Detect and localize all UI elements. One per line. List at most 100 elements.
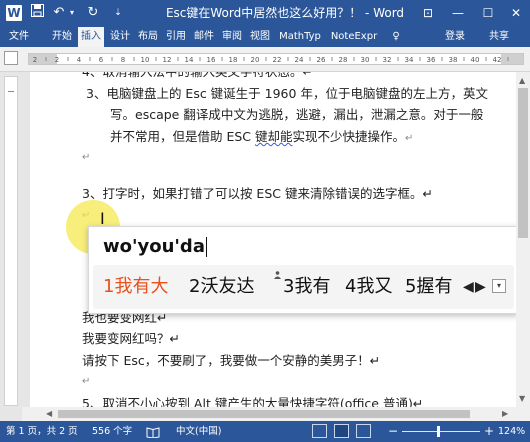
doc-line-10[interactable]: 请按下 Esc，不要刷了，我要做一个安静的美男子！↵: [82, 353, 380, 369]
spelling-squiggle: 键却能: [255, 129, 293, 144]
vertical-scroll-thumb[interactable]: [518, 88, 528, 238]
print-layout-icon[interactable]: [334, 424, 349, 438]
horizontal-scrollbar[interactable]: ◀ ▶: [22, 407, 530, 421]
ruler-number: 26: [317, 56, 326, 64]
doc-line-9[interactable]: 我要变网红吗？↵: [82, 331, 180, 347]
ime-candidate-1[interactable]: 1我有大: [103, 274, 168, 300]
ruler-number: 8: [121, 56, 125, 64]
tab-file[interactable]: 文件: [4, 27, 34, 47]
doc-line-12[interactable]: 5、取消不小心按到 Alt 键产生的大量快捷字符(office 普通)↵: [82, 396, 423, 407]
ime-candidate-5[interactable]: 5握有: [405, 274, 452, 300]
web-layout-icon[interactable]: [356, 424, 371, 438]
vertical-ruler[interactable]: [4, 76, 18, 406]
sign-in-button[interactable]: 登录: [440, 27, 470, 47]
ime-composition-text: wo'you'da: [103, 235, 207, 259]
ruler-number: 36: [427, 56, 436, 64]
ruler-number: 12: [163, 56, 172, 64]
ime-candidate-2[interactable]: 2沃友达: [189, 274, 254, 300]
ruler-number: 42: [493, 56, 502, 64]
scroll-right-icon[interactable]: ▶: [502, 409, 508, 418]
tab-design[interactable]: 设计: [108, 27, 132, 47]
doc-line-11[interactable]: ↵: [82, 374, 90, 390]
ruler-number: 18: [229, 56, 238, 64]
doc-line-1[interactable]: 4、取消输入法中的输入英文字符状态。↵: [82, 72, 313, 80]
minimize-button[interactable]: —: [444, 0, 472, 27]
undo-icon[interactable]: ↶: [52, 4, 66, 22]
tab-mailings[interactable]: 邮件: [192, 27, 216, 47]
maximize-button[interactable]: ☐: [474, 0, 502, 27]
ruler-row: 2 2 4 6 8 10 12 14 16 18 20 22 24 26 28 30 32 34 36 38 40 42: [0, 47, 530, 72]
doc-line-4[interactable]: 并不常用，但是借助 ESC 键却能实现不少快捷操作。↵: [110, 129, 413, 147]
doc-line-6[interactable]: 3、打字时，如果打错了可以按 ESC 键来清除错误的选字框。↵: [82, 186, 433, 202]
scroll-up-icon[interactable]: ▲: [519, 76, 525, 85]
ruler-number: 40: [471, 56, 480, 64]
ibeam-cursor-icon: I: [100, 209, 105, 228]
scroll-left-icon[interactable]: ◀: [46, 409, 52, 418]
customize-toolbar-icon[interactable]: ⇣: [112, 4, 124, 22]
tell-me-icon[interactable]: ♀: [386, 27, 406, 47]
ruler-number: 32: [383, 56, 392, 64]
proofing-icon-svg: [146, 427, 160, 439]
doc-line-3[interactable]: 写。escape 翻译成中文为逃脱，逃避，漏出，泄漏之意。对于一般: [110, 107, 483, 123]
word-count[interactable]: 556 个字: [92, 421, 132, 442]
tab-selector-icon[interactable]: [4, 51, 18, 65]
ruler-number: 24: [295, 56, 304, 64]
ruler-number: 4: [77, 56, 82, 64]
ruler-number: 30: [361, 56, 370, 64]
save-icon-svg: [30, 4, 44, 17]
zoom-out-button[interactable]: −: [388, 421, 398, 442]
ruler-number: 28: [339, 56, 348, 64]
ime-candidate-list: 1我有大 2沃友达 3我有 4我又 5握有 ◀ ▶ ▾: [93, 265, 514, 309]
doc-line-5[interactable]: ↵: [82, 150, 90, 166]
user-dictionary-icon-svg: [274, 271, 281, 279]
ruler-number: 34: [405, 56, 414, 64]
ruler-number: 10: [141, 56, 150, 64]
ribbon-display-options-button[interactable]: ⊡: [414, 0, 442, 27]
zoom-slider[interactable]: [402, 431, 480, 432]
zoom-in-button[interactable]: +: [484, 421, 494, 442]
ribbon-tab-bar: 文件 开始 插入 设计 布局 引用 邮件 审阅 视图 MathTyp NoteE…: [0, 27, 530, 47]
tab-references[interactable]: 引用: [164, 27, 188, 47]
ime-expand-icon[interactable]: ▾: [492, 279, 506, 293]
zoom-level[interactable]: 124%: [498, 421, 525, 442]
zoom-slider-thumb[interactable]: [437, 426, 440, 437]
scroll-down-icon[interactable]: ▼: [519, 394, 525, 403]
ime-candidate-window[interactable]: wo'you'da 1我有大 2沃友达 3我有 4我又 5握有 ◀ ▶ ▾: [88, 226, 518, 314]
tab-layout[interactable]: 布局: [136, 27, 160, 47]
tab-noteexpress[interactable]: NoteExpr: [328, 27, 380, 47]
user-dictionary-icon: [274, 271, 281, 281]
language-indicator[interactable]: 中文(中国): [176, 421, 221, 442]
page-count[interactable]: 第 1 页，共 2 页: [6, 421, 78, 442]
tab-view[interactable]: 视图: [248, 27, 272, 47]
tab-home[interactable]: 开始: [50, 27, 74, 47]
ruler-number: 20: [251, 56, 260, 64]
ruler-ticks: 2 2 4 6 8 10 12 14 16 18 20 22 24 26 28 30 32 34 36 38 40 42: [33, 56, 509, 64]
ruler-number: 6: [99, 56, 104, 64]
ime-next-page-icon[interactable]: ▶: [475, 277, 486, 297]
proofing-icon[interactable]: [146, 421, 160, 442]
undo-dropdown-icon[interactable]: ▾: [68, 4, 76, 22]
ruler-number: 2: [55, 56, 59, 64]
ime-candidate-3[interactable]: 3我有: [283, 274, 330, 300]
status-bar: 第 1 页，共 2 页 556 个字 中文(中国) − + 124%: [0, 421, 530, 442]
ruler-number: 22: [273, 56, 282, 64]
redo-icon[interactable]: ↻: [86, 4, 100, 22]
doc-line-2[interactable]: 3、电脑键盘上的 Esc 键诞生于 1960 年，位于电脑键盘的左上方，英文: [86, 86, 488, 102]
ime-candidate-4[interactable]: 4我又: [345, 274, 392, 300]
vertical-scrollbar[interactable]: ▲ ▼: [516, 72, 530, 407]
horizontal-ruler[interactable]: 2 2 4 6 8 10 12 14 16 18 20 22 24 26 28 30 32 34 36 38 40 42: [28, 53, 524, 65]
title-bar: W ↶ ▾ ↻ ⇣ Esc键在Word中居然也这么好用？！ - Word ⊡ —…: [0, 0, 530, 27]
tab-review[interactable]: 审阅: [220, 27, 244, 47]
horizontal-scroll-thumb[interactable]: [58, 410, 470, 418]
close-button[interactable]: ✕: [502, 0, 530, 27]
read-mode-icon[interactable]: [312, 424, 327, 438]
tab-insert[interactable]: 插入: [78, 27, 104, 47]
save-icon[interactable]: [30, 4, 44, 22]
share-button[interactable]: 共享: [474, 27, 524, 47]
ime-pinyin: wo'you'da: [103, 236, 205, 257]
ime-previous-page-icon[interactable]: ◀: [463, 277, 474, 297]
word-app-icon[interactable]: W: [6, 5, 22, 21]
tab-mathtype[interactable]: MathTyp: [276, 27, 324, 47]
ruler-number: 16: [207, 56, 216, 64]
document-title: Esc键在Word中居然也这么好用？！ - Word: [165, 6, 405, 20]
